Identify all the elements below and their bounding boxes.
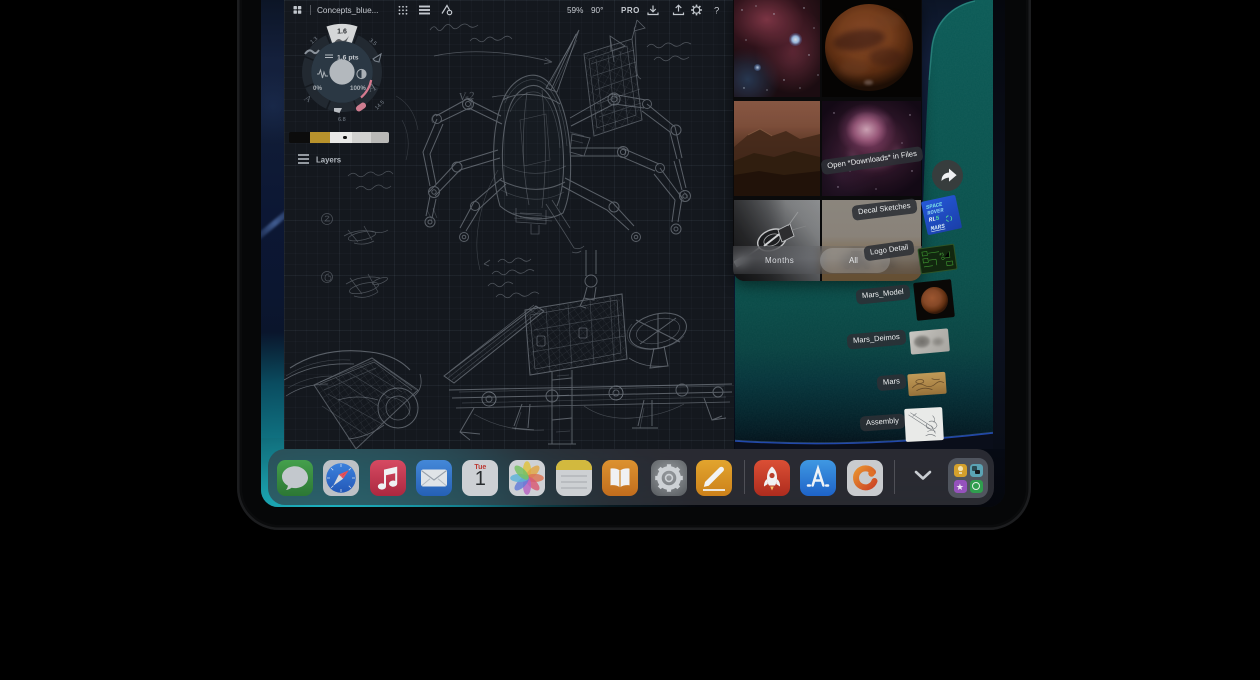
svg-text:PRO: PRO — [621, 6, 640, 15]
svg-text:1.6 pts: 1.6 pts — [337, 55, 359, 62]
svg-text:#1: #1 — [939, 253, 945, 258]
svg-text:A: A — [302, 93, 313, 105]
svg-text:14.5: 14.5 — [374, 100, 386, 112]
svg-text:?: ? — [714, 6, 719, 17]
svg-text:MARS: MARS — [929, 223, 946, 233]
svg-text:Concepts_blue...: Concepts_blue... — [317, 6, 378, 15]
svg-text:Layers: Layers — [316, 156, 342, 165]
svg-text:100%: 100% — [350, 85, 366, 92]
svg-text:RL5: RL5 — [928, 214, 940, 223]
svg-text:1.6: 1.6 — [337, 29, 347, 36]
svg-text:90°: 90° — [591, 6, 603, 15]
svg-text:59%: 59% — [567, 6, 583, 15]
svg-text:6.8: 6.8 — [338, 117, 346, 123]
svg-text:0%: 0% — [313, 85, 322, 92]
